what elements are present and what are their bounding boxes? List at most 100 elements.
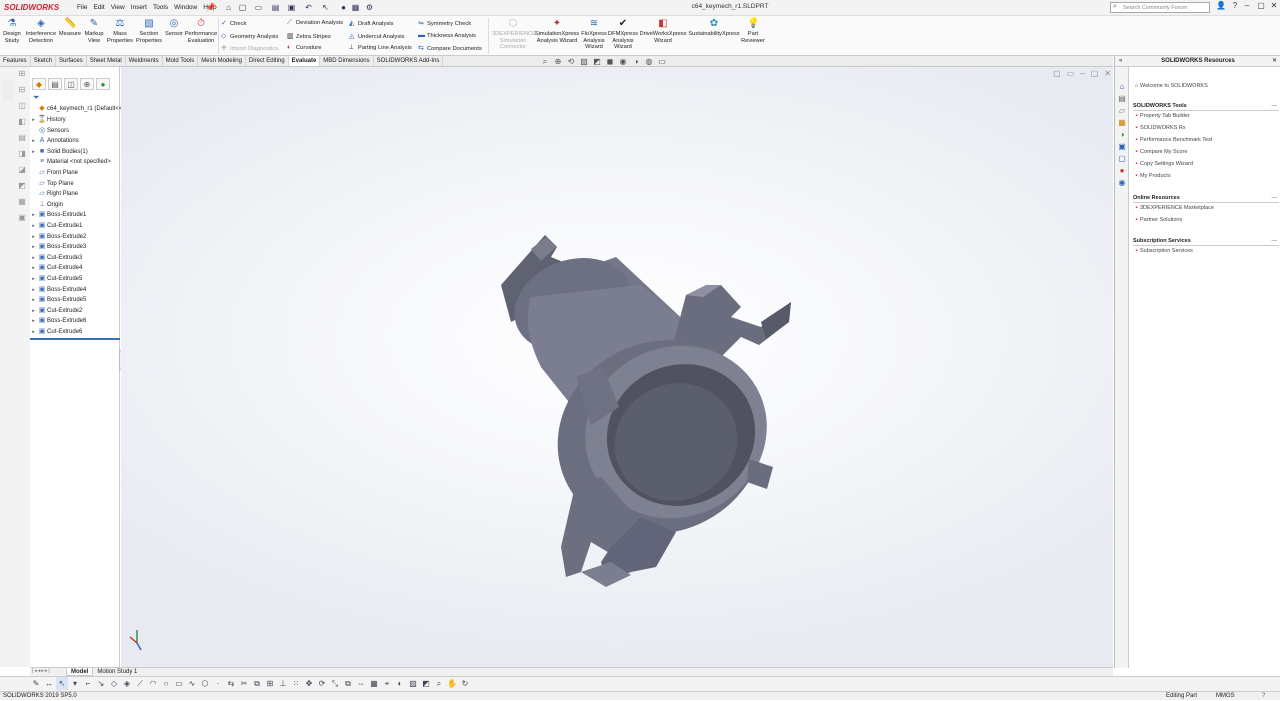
undercut-analysis-button[interactable]: ◬ Undercut Analysis — [349, 32, 404, 40]
online-section-header[interactable]: Online Resources — — [1133, 195, 1279, 203]
part-model[interactable] — [491, 227, 811, 597]
zoom-icon[interactable]: ⌕ — [433, 677, 445, 690]
filter-face-icon[interactable]: ◇ — [108, 677, 120, 690]
task-pane-link[interactable]: ▪ Property Tab Builder — [1133, 113, 1189, 119]
floxpress-button[interactable]: ≋ FloXpress Analysis Wizard — [580, 18, 608, 51]
file-properties-icon[interactable]: ▦ — [350, 2, 361, 13]
rollback-bar[interactable] — [30, 338, 120, 340]
expand-arrow-icon[interactable]: ▸ — [30, 115, 37, 125]
tree-item-cut-extrude1[interactable]: ▸ ▣ Cut-Extrude1 — [30, 221, 120, 231]
tool-icon[interactable]: ▣ — [17, 213, 27, 223]
new-document-icon[interactable]: ▢ — [237, 2, 248, 13]
tab-mold-tools[interactable]: Mold Tools — [163, 56, 199, 66]
expand-arrow-icon[interactable]: ▸ — [30, 263, 37, 273]
relations-icon[interactable]: ⊥ — [277, 677, 289, 690]
views-icon[interactable]: ◩ — [420, 677, 432, 690]
interference-detection-button[interactable]: ◈ Interference Detection — [24, 18, 58, 44]
dimension-icon[interactable]: ↔ — [43, 677, 55, 690]
search-input[interactable]: ⌕ Search Community Forum — [1110, 2, 1210, 13]
design-study-button[interactable]: ⚗ Design Study — [1, 18, 23, 44]
mass-properties-button[interactable]: ⚖ Mass Properties — [106, 18, 134, 44]
solidworks-logo[interactable]: SOLIDWORKS — [4, 3, 59, 12]
mirror-icon[interactable]: ⇆ — [225, 677, 237, 690]
section-icon[interactable]: ▨ — [407, 677, 419, 690]
expand-arrow-icon[interactable]: ▸ — [30, 242, 37, 252]
pin-icon[interactable]: ✕ — [1272, 56, 1277, 67]
tab-motion-study-1[interactable]: Motion Study 1 — [93, 668, 141, 676]
filter-icon[interactable]: ⏷ — [33, 93, 39, 103]
tool-icon[interactable]: ⊞ — [17, 69, 27, 79]
menu-edit[interactable]: Edit — [90, 2, 107, 13]
tool-icon[interactable]: ◨ — [17, 149, 27, 159]
view-orientation-icon[interactable]: ◩ — [592, 57, 602, 67]
driveworksxpress-button[interactable]: ◧ DriveWorksXpress Wizard — [638, 18, 688, 44]
tab-features[interactable]: Features — [0, 56, 31, 66]
expand-arrow-icon[interactable]: ▸ — [30, 285, 37, 295]
tree-item-boss-extrude3[interactable]: ▸ ▣ Boss-Extrude3 — [30, 242, 120, 252]
subscription-section-header[interactable]: Subscription Services — — [1133, 238, 1279, 246]
dimxpert-tab-icon[interactable]: ⊕ — [80, 78, 94, 90]
tree-item-boss-extrude4[interactable]: ▸ ▣ Boss-Extrude4 — [30, 285, 120, 295]
solidworks-tab-icon[interactable]: ● — [1117, 166, 1127, 176]
property-manager-tab-icon[interactable]: ▤ — [48, 78, 62, 90]
tree-item-annotations[interactable]: ▸ A Annotations — [30, 136, 120, 146]
pan-icon[interactable]: ✋ — [446, 677, 458, 690]
design-library-tab-icon[interactable]: ▤ — [1117, 94, 1127, 104]
collapse-section-icon[interactable]: — — [1272, 195, 1278, 201]
task-pane-link[interactable]: ▪ SOLIDWORKS Rx — [1133, 125, 1185, 131]
tool-icon[interactable]: ◧ — [17, 117, 27, 127]
convert-icon[interactable]: ⊞ — [264, 677, 276, 690]
zoom-area-icon[interactable]: ⊕ — [553, 57, 563, 67]
scale-icon[interactable]: ⤡ — [329, 677, 341, 690]
tree-item-cut-extrude2[interactable]: ▸ ▣ Cut-Extrude2 — [30, 306, 120, 316]
tree-root[interactable]: ◆ c64_keymech_r1 (Default<<D — [30, 104, 126, 114]
configuration-manager-tab-icon[interactable]: ◫ — [64, 78, 78, 90]
draft-analysis-button[interactable]: ◭ Draft Analysis — [349, 19, 393, 27]
arc-icon[interactable]: ◠ — [147, 677, 159, 690]
window-icon[interactable]: ▭ — [1067, 69, 1075, 78]
close-icon[interactable]: ✕ — [1267, 1, 1280, 13]
tool-icon[interactable]: ▦ — [17, 197, 27, 207]
tab-weldments[interactable]: Weldments — [126, 56, 163, 66]
tool-icon[interactable]: ⊟ — [17, 85, 27, 95]
performance-evaluation-button[interactable]: ⏱ Performance Evaluation — [184, 18, 218, 44]
expand-arrow-icon[interactable]: ▸ — [30, 253, 37, 263]
view-palette-tab-icon[interactable]: ▦ — [1117, 118, 1127, 128]
tool-icon[interactable]: ▤ — [17, 133, 27, 143]
expand-arrow-icon[interactable]: ▸ — [30, 147, 37, 157]
tree-item-material-not-specified[interactable]: ≡ Material <not specified> — [30, 157, 120, 167]
forum-tab-icon[interactable]: ▢ — [1117, 154, 1127, 164]
menu-tools[interactable]: Tools — [150, 2, 171, 13]
select-icon[interactable]: ↖ — [56, 677, 68, 690]
tab-direct-editing[interactable]: Direct Editing — [246, 56, 289, 66]
custom-properties-tab-icon[interactable]: ▣ — [1117, 142, 1127, 152]
expand-arrow-icon[interactable]: ▸ — [30, 274, 37, 284]
collapse-section-icon[interactable]: — — [1272, 103, 1278, 109]
tree-item-history[interactable]: ▸ ⌛History — [30, 115, 120, 125]
expand-arrow-icon[interactable]: ▸ — [30, 232, 37, 242]
geometry-analysis-button[interactable]: ◇ Geometry Analysis — [221, 32, 278, 40]
part-reviewer-button[interactable]: 💡 Part Reviewer — [740, 18, 766, 44]
dropdown-icon[interactable]: ▾ — [69, 677, 81, 690]
expand-arrow-icon[interactable]: ▸ — [30, 136, 37, 146]
trim-icon[interactable]: ✂ — [238, 677, 250, 690]
split-view-icon[interactable]: ▢ — [1053, 69, 1061, 78]
tree-item-boss-extrude1[interactable]: ▸ ▣ Boss-Extrude1 — [30, 210, 120, 220]
point-icon[interactable]: · — [212, 677, 224, 690]
task-pane-link[interactable]: ▪ 3DEXPERIENCE Marketplace — [1133, 205, 1214, 211]
tools-section-header[interactable]: SOLIDWORKS Tools — — [1133, 103, 1279, 111]
tree-item-top-plane[interactable]: ▱ Top Plane — [30, 179, 120, 189]
viewport-close-icon[interactable]: ✕ — [1104, 69, 1111, 78]
tree-item-cut-extrude6[interactable]: ▸ ▣ Cut-Extrude6 — [30, 327, 120, 337]
open-icon[interactable]: ▭ — [253, 2, 264, 13]
tool-icon[interactable]: ◩ — [17, 181, 27, 191]
tab-surfaces[interactable]: Surfaces — [56, 56, 87, 66]
expand-arrow-icon[interactable]: ▸ — [30, 221, 37, 231]
tab-nav-icon[interactable]: |◂◂▸▸| — [32, 667, 64, 676]
tab-sketch[interactable]: Sketch — [31, 56, 57, 66]
tab-model[interactable]: Model — [66, 668, 94, 676]
user-icon[interactable]: 👤 — [1214, 1, 1228, 13]
section-view-icon[interactable]: ▨ — [579, 57, 589, 67]
hide-show-icon[interactable]: ◉ — [618, 57, 628, 67]
3dexperience-connector-button[interactable]: ⬡ 3DEXPERIENCE Simulation Connector — [492, 18, 536, 51]
